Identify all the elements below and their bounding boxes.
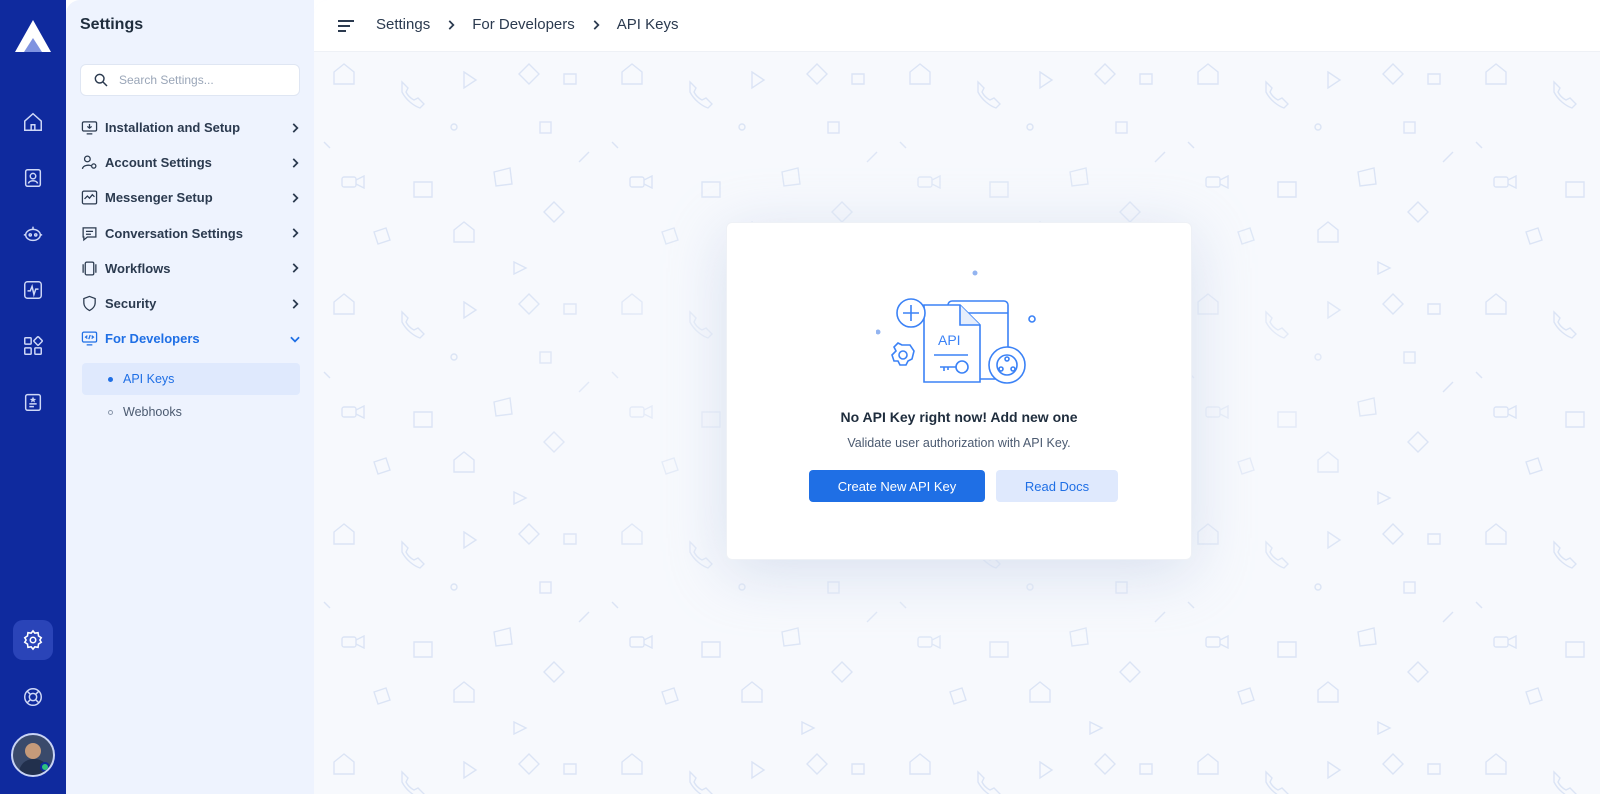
menu-item-label: Workflows bbox=[105, 260, 171, 276]
chevron-right-icon bbox=[292, 122, 299, 133]
chevron-right-icon bbox=[593, 19, 600, 30]
breadcrumb: Settings For Developers API Keys bbox=[376, 16, 678, 33]
breadcrumb-settings[interactable]: Settings bbox=[376, 16, 430, 33]
empty-state-heading: No API Key right now! Add new one bbox=[840, 409, 1078, 425]
main-content: Settings For Developers API Keys API No … bbox=[314, 0, 1600, 794]
create-new-api-key-button[interactable]: Create New API Key bbox=[809, 470, 985, 502]
sub-item-api-keys[interactable]: API Keys bbox=[82, 363, 300, 395]
menu-item-for-developers[interactable]: For Developers bbox=[80, 321, 302, 356]
menu-item-label: Account Settings bbox=[105, 155, 212, 171]
search-icon bbox=[94, 73, 108, 87]
apps-icon[interactable] bbox=[13, 326, 53, 366]
illustration-text: API bbox=[938, 332, 961, 348]
active-bullet bbox=[108, 376, 113, 382]
menu-item-label: Security bbox=[105, 296, 157, 312]
chevron-right-icon bbox=[448, 19, 455, 30]
settings-menu: Installation and Setup Account Settings … bbox=[80, 110, 302, 356]
menu-item-security[interactable]: Security bbox=[80, 286, 302, 321]
chevron-right-icon bbox=[292, 193, 299, 203]
contacts-icon[interactable] bbox=[13, 158, 53, 198]
chevron-right-icon bbox=[292, 228, 299, 238]
empty-state-subtext: Validate user authorization with API Key… bbox=[847, 436, 1071, 450]
sub-item-label: Webhooks bbox=[123, 405, 182, 419]
menu-item-conversation-settings[interactable]: Conversation Settings bbox=[80, 216, 302, 251]
activity-icon bbox=[80, 189, 98, 207]
top-bar: Settings For Developers API Keys bbox=[314, 0, 1600, 52]
bot-icon[interactable] bbox=[13, 214, 53, 254]
reports-icon[interactable] bbox=[13, 270, 53, 310]
settings-search[interactable] bbox=[80, 64, 300, 96]
user-gear-icon bbox=[80, 154, 98, 172]
chevron-right-icon bbox=[292, 298, 299, 309]
app-logo[interactable] bbox=[13, 18, 53, 54]
read-docs-button[interactable]: Read Docs bbox=[996, 470, 1118, 502]
menu-item-label: For Developers bbox=[105, 331, 200, 347]
app-rail bbox=[0, 0, 66, 794]
home-icon[interactable] bbox=[13, 102, 53, 142]
breadcrumb-api-keys: API Keys bbox=[616, 16, 679, 33]
help-icon[interactable] bbox=[13, 677, 53, 717]
empty-state-card: API No API Key right now! Add new one Va… bbox=[726, 222, 1192, 560]
bullet bbox=[108, 409, 113, 415]
chat-lines-icon bbox=[80, 224, 98, 242]
chevron-right-icon bbox=[292, 158, 299, 168]
chevron-down-icon bbox=[290, 336, 300, 343]
online-status-dot bbox=[40, 762, 50, 772]
user-avatar[interactable] bbox=[11, 733, 55, 777]
workflow-icon bbox=[80, 259, 98, 277]
api-illustration-icon: API bbox=[876, 270, 1036, 384]
menu-item-workflows[interactable]: Workflows bbox=[80, 251, 302, 286]
menu-item-account-settings[interactable]: Account Settings bbox=[80, 145, 302, 180]
sub-item-label: API Keys bbox=[123, 372, 175, 386]
menu-item-label: Installation and Setup bbox=[105, 120, 241, 136]
menu-item-label: Conversation Settings bbox=[105, 225, 243, 241]
developers-submenu: API Keys Webhooks bbox=[82, 363, 300, 429]
shield-icon bbox=[80, 295, 98, 313]
menu-item-messenger-setup[interactable]: Messenger Setup bbox=[80, 180, 302, 215]
menu-item-label: Messenger Setup bbox=[105, 190, 213, 206]
search-input[interactable] bbox=[119, 73, 289, 87]
hamburger-menu-icon[interactable] bbox=[336, 16, 356, 36]
settings-icon[interactable] bbox=[13, 620, 53, 660]
code-monitor-icon bbox=[80, 330, 98, 348]
sub-item-webhooks[interactable]: Webhooks bbox=[82, 396, 300, 428]
menu-item-installation[interactable]: Installation and Setup bbox=[80, 110, 302, 145]
breadcrumb-for-developers[interactable]: For Developers bbox=[472, 16, 575, 33]
notes-icon[interactable] bbox=[13, 382, 53, 422]
sidebar-title: Settings bbox=[80, 16, 144, 33]
chevron-right-icon bbox=[292, 263, 299, 274]
monitor-download-icon bbox=[80, 119, 98, 137]
